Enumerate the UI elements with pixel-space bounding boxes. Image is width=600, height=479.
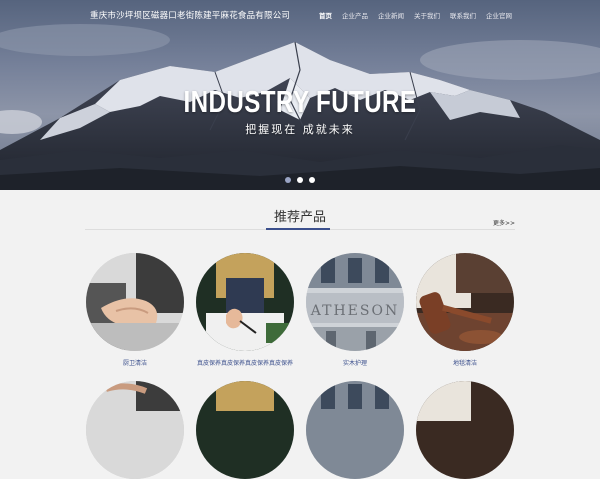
main-nav: 首页 企业产品 企业新闻 关于我们 联系我们 企业官网 [319,10,512,20]
more-link[interactable]: 更多>> [493,218,515,227]
top-navigation-bar: 重庆市沙坪坝区磁器口老街陈建平麻花食品有限公司 首页 企业产品 企业新闻 关于我… [0,0,600,30]
product-card[interactable] [195,381,295,479]
handshake-icon[interactable] [86,381,184,479]
nav-item-official-site[interactable]: 企业官网 [486,10,512,20]
product-card[interactable]: 厨卫清洁 [85,253,185,367]
product-caption[interactable]: 厨卫清洁 [85,358,185,367]
nav-item-about[interactable]: 关于我们 [414,10,440,20]
product-card[interactable] [85,381,185,479]
carousel-dots [0,177,600,183]
product-card[interactable]: ATHESON 实木护理 [305,253,405,367]
product-card[interactable]: 真皮保养真皮保养真皮保养真皮保养 [195,253,295,367]
product-card[interactable] [415,381,515,479]
svg-text:ATHESON: ATHESON [310,303,399,319]
section-title-underline [266,228,330,230]
carousel-dot-1[interactable] [285,177,291,183]
nav-item-contact[interactable]: 联系我们 [450,10,476,20]
nav-item-products[interactable]: 企业产品 [342,10,368,20]
nav-item-news[interactable]: 企业新闻 [378,10,404,20]
product-card[interactable]: 地毯清洁 [415,253,515,367]
company-name: 重庆市沙坪坝区磁器口老街陈建平麻花食品有限公司 [90,11,291,21]
product-card[interactable] [305,381,405,479]
product-caption[interactable]: 真皮保养真皮保养真皮保养真皮保养 [195,358,295,367]
product-caption[interactable]: 实木护理 [305,358,405,367]
gavel-icon[interactable] [416,253,514,351]
hero-subtitle: 把握现在 成就未来 [245,123,355,136]
nav-item-home[interactable]: 首页 [319,10,332,20]
signing-document-icon[interactable] [196,253,294,351]
handshake-icon[interactable] [86,253,184,351]
building-facade-icon[interactable]: ATHESON [306,253,404,351]
carousel-dot-3[interactable] [309,177,315,183]
gavel-icon[interactable] [416,381,514,479]
hero-title: INDUSTRY FUTURE [183,84,417,119]
hero-banner: 重庆市沙坪坝区磁器口老街陈建平麻花食品有限公司 首页 企业产品 企业新闻 关于我… [0,0,600,190]
building-facade-icon[interactable] [306,381,404,479]
product-caption[interactable]: 地毯清洁 [415,358,515,367]
carousel-dot-2[interactable] [297,177,303,183]
signing-document-icon[interactable] [196,381,294,479]
